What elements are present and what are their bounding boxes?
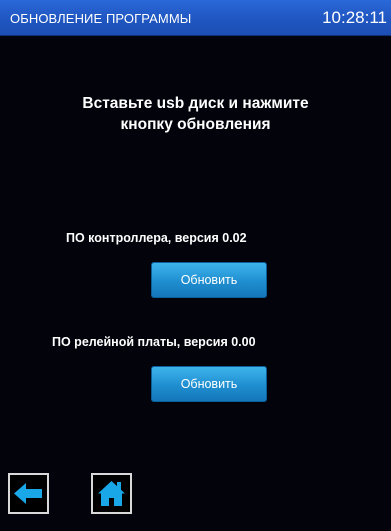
title-bar: ОБНОВЛЕНИЕ ПРОГРАММЫ 10:28:11 <box>0 0 391 36</box>
update-screen: ОБНОВЛЕНИЕ ПРОГРАММЫ 10:28:11 Вставьте u… <box>0 0 391 531</box>
home-button[interactable] <box>91 473 132 514</box>
controller-firmware-label: ПО контроллера, версия 0.02 <box>66 231 247 245</box>
relay-firmware-label: ПО релейной платы, версия 0.00 <box>52 335 256 349</box>
home-icon <box>98 481 125 506</box>
clock: 10:28:11 <box>322 8 387 27</box>
back-button[interactable] <box>8 473 49 514</box>
update-controller-button[interactable]: Обновить <box>151 262 267 298</box>
instruction-text: Вставьте usb диск и нажмите кнопку обнов… <box>0 93 391 135</box>
update-relay-button[interactable]: Обновить <box>151 366 267 402</box>
screen-title: ОБНОВЛЕНИЕ ПРОГРАММЫ <box>10 11 192 26</box>
instruction-line-2: кнопку обновления <box>120 116 271 133</box>
arrow-left-icon <box>14 483 42 504</box>
instruction-line-1: Вставьте usb диск и нажмите <box>82 95 309 112</box>
